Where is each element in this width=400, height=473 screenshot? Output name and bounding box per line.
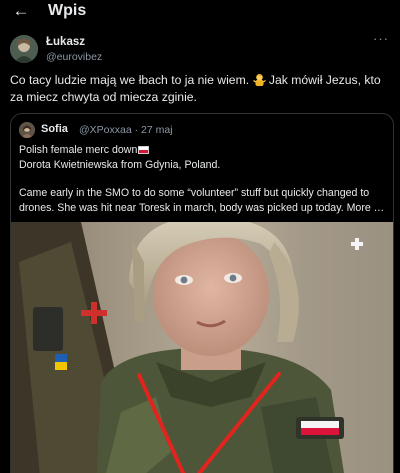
author-name[interactable]: Łukasz — [46, 36, 85, 48]
quote-author-avatar[interactable] — [19, 122, 35, 138]
top-bar: ← Wpis — [0, 0, 400, 26]
quote-media-photo[interactable] — [11, 222, 393, 473]
quote-text: Polish female merc down Dorota Kwietniew… — [19, 143, 387, 215]
tweet-text: Co tacy ludzie mają we łbach to ja nie w… — [10, 72, 394, 106]
quote-line-3: Came early in the SMO to do some “volunt… — [19, 187, 370, 199]
tweet-text-part1: Co tacy ludzie mają we łbach to ja nie w… — [10, 73, 253, 87]
quote-author-name[interactable]: Sofia — [41, 123, 68, 135]
author-avatar[interactable] — [10, 35, 38, 63]
poland-flag-icon — [138, 146, 150, 154]
quote-line-2: Dorota Kwietniewska from Gdynia, Poland. — [19, 158, 221, 171]
quote-line-4: drones. She was hit near Toresk in march… — [19, 201, 385, 214]
quote-meta[interactable]: @XPoxxaa · 27 maj — [79, 124, 173, 136]
back-arrow-icon[interactable]: ← — [10, 1, 32, 23]
more-options-icon[interactable]: ··· — [371, 32, 391, 47]
page-title: Wpis — [48, 2, 87, 19]
quoted-tweet[interactable]: Sofia @XPoxxaa · 27 maj Polish female me… — [10, 113, 394, 473]
author-handle[interactable]: @eurovibez — [46, 51, 102, 63]
person-shrugging-emoji-icon — [252, 74, 266, 86]
quote-line-1: Polish female merc down — [19, 144, 138, 156]
photo-svg — [11, 222, 393, 473]
